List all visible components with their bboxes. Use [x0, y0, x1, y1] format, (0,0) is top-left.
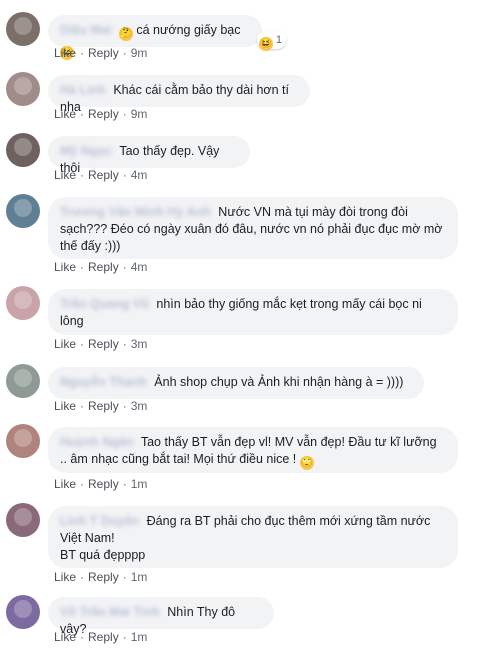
author-name[interactable]: Nguyễn Thanh: [60, 374, 147, 391]
comment-actions: Like · Reply · 1m: [54, 477, 148, 491]
like-link[interactable]: Like: [54, 260, 76, 274]
comment-bubble: Trần Quang Vũ nhìn bảo thy giống mắc kẹt…: [48, 289, 458, 335]
reply-link[interactable]: Reply: [88, 107, 119, 121]
avatar[interactable]: [6, 364, 40, 398]
reply-link[interactable]: Reply: [88, 630, 119, 644]
reply-link[interactable]: Reply: [88, 570, 119, 584]
avatar[interactable]: [6, 595, 40, 629]
author-name[interactable]: Trần Quang Vũ: [60, 296, 149, 313]
comment-bubble: Võ Trần Mai Tinh Nhìn Thy đô vậy?: [48, 597, 274, 636]
timestamp[interactable]: 4m: [131, 260, 148, 274]
timestamp[interactable]: 9m: [131, 46, 148, 60]
haha-reaction-icon: 😆: [258, 37, 273, 51]
timestamp[interactable]: 1m: [131, 630, 148, 644]
author-name[interactable]: Huỳnh Ngân: [60, 434, 134, 451]
avatar[interactable]: [6, 72, 40, 106]
reply-link[interactable]: Reply: [88, 260, 119, 274]
comment-bubble: Hà Linh Khác cái cằm bảo thy dài hơn tí …: [48, 75, 310, 114]
comment-actions: Like · Reply · 3m: [54, 399, 148, 413]
rolling-eyes-emoji-icon: 🙄: [299, 456, 314, 470]
reply-link[interactable]: Reply: [88, 399, 119, 413]
avatar[interactable]: [6, 12, 40, 46]
timestamp[interactable]: 1m: [131, 477, 148, 491]
reply-link[interactable]: Reply: [88, 477, 119, 491]
timestamp[interactable]: 1m: [131, 570, 148, 584]
timestamp[interactable]: 3m: [131, 399, 148, 413]
comment-bubble: Huỳnh Ngân Tao thấy BT vẫn đẹp vl! MV vẫ…: [48, 427, 458, 473]
avatar[interactable]: [6, 286, 40, 320]
timestamp[interactable]: 3m: [131, 337, 148, 351]
comment-actions: Like · Reply · 4m: [54, 260, 148, 274]
comment-text: Ảnh shop chụp và Ảnh khi nhận hàng à = )…: [154, 375, 404, 389]
comment-actions: Like · Reply · 1m: [54, 630, 148, 644]
avatar[interactable]: [6, 503, 40, 537]
comment-actions: Like · Reply · 1m: [54, 570, 148, 584]
author-name[interactable]: Diệu Mai: [60, 22, 111, 39]
avatar[interactable]: [6, 424, 40, 458]
comment-bubble: Diệu Mai 🤔 cá nướng giấy bạc 😆 😆 1: [48, 15, 286, 60]
comment-text: cá nướng giấy bạc: [136, 23, 241, 37]
comment-bubble: Mỹ Ngọc Tao thấy đẹp. Vậy thôi: [48, 136, 250, 175]
like-link[interactable]: Like: [54, 168, 76, 182]
author-name[interactable]: Võ Trần Mai Tinh: [60, 604, 160, 621]
reaction-count: 1: [275, 34, 282, 46]
reaction-summary[interactable]: 😆 1: [256, 31, 286, 51]
reply-link[interactable]: Reply: [88, 337, 119, 351]
avatar[interactable]: [6, 194, 40, 228]
like-link[interactable]: Like: [54, 107, 76, 121]
comment-actions: Like · Reply · 3m: [54, 337, 148, 351]
like-link[interactable]: Like: [54, 337, 76, 351]
author-name[interactable]: Linh T Duyên: [60, 513, 139, 530]
comment-actions: Like · Reply · 9m: [54, 46, 148, 60]
like-link[interactable]: Like: [54, 46, 76, 60]
like-link[interactable]: Like: [54, 399, 76, 413]
author-name[interactable]: Mỹ Ngọc: [60, 143, 112, 160]
thinking-emoji-icon: 🤔: [118, 27, 133, 41]
like-link[interactable]: Like: [54, 477, 76, 491]
author-name[interactable]: Hà Linh: [60, 82, 106, 99]
timestamp[interactable]: 4m: [131, 168, 148, 182]
comment-actions: Like · Reply · 9m: [54, 107, 148, 121]
comment-actions: Like · Reply · 4m: [54, 168, 148, 182]
comment-bubble: Trương Văn Minh Hy Anh Nước VN mà tụi mà…: [48, 197, 458, 259]
like-link[interactable]: Like: [54, 570, 76, 584]
like-link[interactable]: Like: [54, 630, 76, 644]
avatar[interactable]: [6, 133, 40, 167]
comment-bubble: Nguyễn Thanh Ảnh shop chụp và Ảnh khi nh…: [48, 367, 424, 399]
comment-bubble: Linh T Duyên Đáng ra BT phải cho đục thê…: [48, 506, 458, 568]
reply-link[interactable]: Reply: [88, 46, 119, 60]
reply-link[interactable]: Reply: [88, 168, 119, 182]
author-name[interactable]: Trương Văn Minh Hy Anh: [60, 204, 211, 221]
timestamp[interactable]: 9m: [131, 107, 148, 121]
